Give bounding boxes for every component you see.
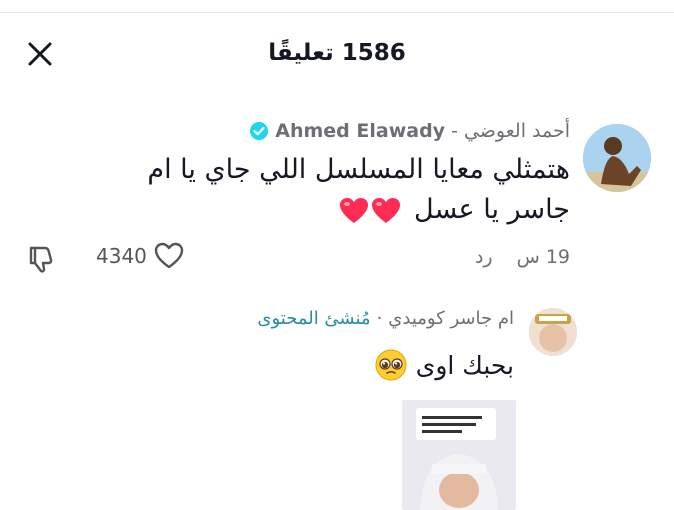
text-line xyxy=(422,416,482,419)
author-name-arabic[interactable]: أحمد العوضي - xyxy=(451,120,570,142)
text-line xyxy=(422,430,462,433)
comment-count-title: 1586 تعليقًا xyxy=(268,40,406,66)
heart-emoji-icon xyxy=(372,197,401,223)
creator-badge: مُنشئ المحتوى xyxy=(257,308,371,329)
author-name-latin[interactable]: Ahmed Elawady xyxy=(275,120,445,142)
avatar[interactable] xyxy=(583,124,651,192)
reply-author-name[interactable]: ام جاسر كوميدي xyxy=(388,308,514,329)
comments-header: 1586 تعليقًا xyxy=(0,24,674,86)
comment-meta: 19 س رد xyxy=(475,246,570,268)
heart-emojis xyxy=(339,197,401,225)
comment-author-line: أحمد العوضي - Ahmed Elawady xyxy=(249,116,570,146)
reply-text: بحبك اوى xyxy=(374,348,514,382)
reply-video-thumbnail[interactable] xyxy=(402,400,516,510)
name-separator: · xyxy=(376,308,383,329)
verified-badge-icon xyxy=(250,122,269,140)
text-line xyxy=(422,423,476,426)
like-count: 4340 xyxy=(96,244,147,268)
heart-emoji-icon xyxy=(340,197,369,223)
top-divider xyxy=(0,12,674,13)
dislike-icon[interactable] xyxy=(24,242,58,276)
pleading-face-emoji-icon xyxy=(375,349,407,381)
reply-button[interactable]: رد xyxy=(475,246,493,268)
person-thumbnail xyxy=(420,454,498,510)
reply-body: بحبك اوى xyxy=(415,350,514,380)
avatar[interactable] xyxy=(529,308,577,356)
like-group: 4340 xyxy=(96,240,185,272)
like-heart-icon[interactable] xyxy=(153,240,185,272)
comment-time: 19 س xyxy=(516,246,570,268)
comment-text: هتمثلي معايا المسلسل اللي جاي يا ام جاسر… xyxy=(90,150,570,230)
reply-author-line: ام جاسر كوميدي · مُنشئ المحتوى xyxy=(257,308,514,329)
